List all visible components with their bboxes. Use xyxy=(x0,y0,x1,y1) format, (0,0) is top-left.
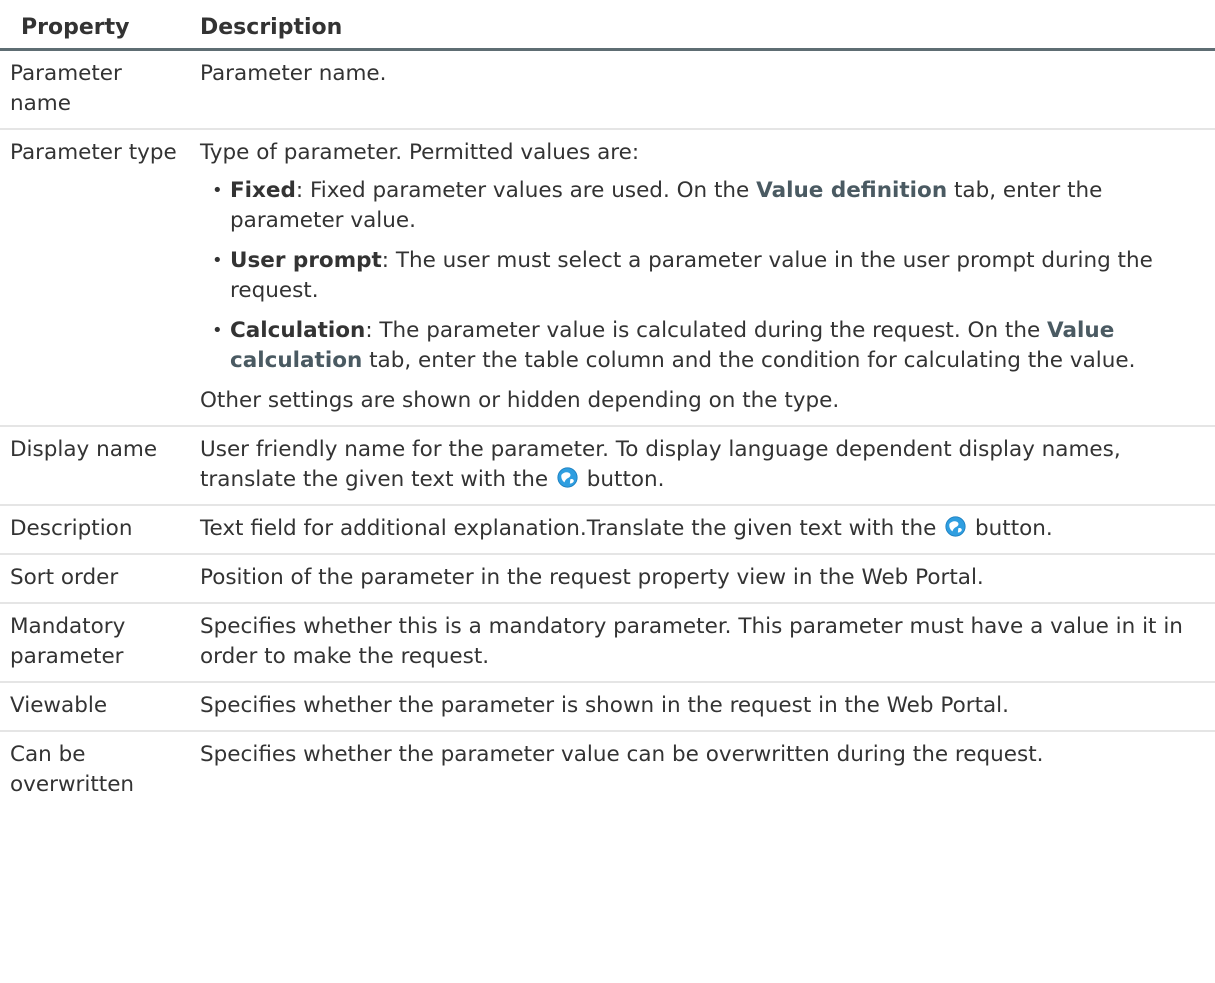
term-fixed: Fixed xyxy=(230,178,296,203)
description-text: Text field for additional explanation.Tr… xyxy=(200,516,944,541)
description-text: button. xyxy=(968,516,1053,541)
bullet: • xyxy=(212,180,223,201)
description-cell: User friendly name for the parameter. To… xyxy=(187,426,1215,506)
table-row: Display name User friendly name for the … xyxy=(0,426,1215,506)
table-row: Parameter type Type of parameter. Permit… xyxy=(0,129,1215,427)
item-text: : The parameter value is calculated duri… xyxy=(365,318,1048,343)
translate-globe-icon xyxy=(945,516,966,537)
table-row: Parameter name Parameter name. xyxy=(0,49,1215,130)
property-cell: Parameter name xyxy=(0,49,187,130)
description-footer: Other settings are shown or hidden depen… xyxy=(200,388,840,413)
permitted-values-list: • Fixed: Fixed parameter values are used… xyxy=(200,176,1195,376)
table-row: Viewable Specifies whether the parameter… xyxy=(0,682,1215,732)
property-cell: Viewable xyxy=(0,682,187,732)
description-cell: Specifies whether this is a mandatory pa… xyxy=(187,603,1215,683)
property-cell: Mandatory parameter xyxy=(0,603,187,683)
description-cell: Text field for additional explanation.Tr… xyxy=(187,505,1215,555)
table-header-row: Property Description xyxy=(0,0,1215,51)
item-text: tab, enter the table column and the cond… xyxy=(362,348,1136,373)
header-description: Description xyxy=(187,0,1215,51)
translate-globe-icon xyxy=(557,467,578,488)
property-cell: Display name xyxy=(0,426,187,506)
property-cell: Parameter type xyxy=(0,129,187,427)
property-cell: Description xyxy=(0,505,187,555)
table-row: Sort order Position of the parameter in … xyxy=(0,554,1215,604)
table-row: Can be overwritten Specifies whether the… xyxy=(0,731,1215,809)
item-text: : Fixed parameter values are used. On th… xyxy=(295,178,757,203)
description-intro: Type of parameter. Permitted values are: xyxy=(200,140,640,165)
header-property: Property xyxy=(0,0,187,51)
list-item: • Calculation: The parameter value is ca… xyxy=(200,316,1195,376)
term-user-prompt: User prompt xyxy=(230,248,382,273)
list-item: • User prompt: The user must select a pa… xyxy=(200,246,1195,306)
ui-term-value-definition: Value definition xyxy=(756,178,948,203)
description-text: button. xyxy=(579,467,665,492)
bullet: • xyxy=(212,250,223,271)
term-calculation: Calculation xyxy=(230,318,366,343)
table-row: Mandatory parameter Specifies whether th… xyxy=(0,603,1215,683)
description-cell: Specifies whether the parameter is shown… xyxy=(187,682,1215,732)
property-cell: Can be overwritten xyxy=(10,742,135,797)
bullet: • xyxy=(212,320,223,341)
description-cell: Parameter name. xyxy=(187,49,1215,130)
property-table: Property Description Parameter name Para… xyxy=(0,0,1215,809)
table-row: Description Text field for additional ex… xyxy=(0,505,1215,555)
list-item: • Fixed: Fixed parameter values are used… xyxy=(200,176,1195,236)
description-cell: Specifies whether the parameter value ca… xyxy=(200,742,1044,767)
property-cell: Sort order xyxy=(0,554,187,604)
description-cell: Position of the parameter in the request… xyxy=(187,554,1215,604)
description-cell: Type of parameter. Permitted values are:… xyxy=(187,129,1215,427)
